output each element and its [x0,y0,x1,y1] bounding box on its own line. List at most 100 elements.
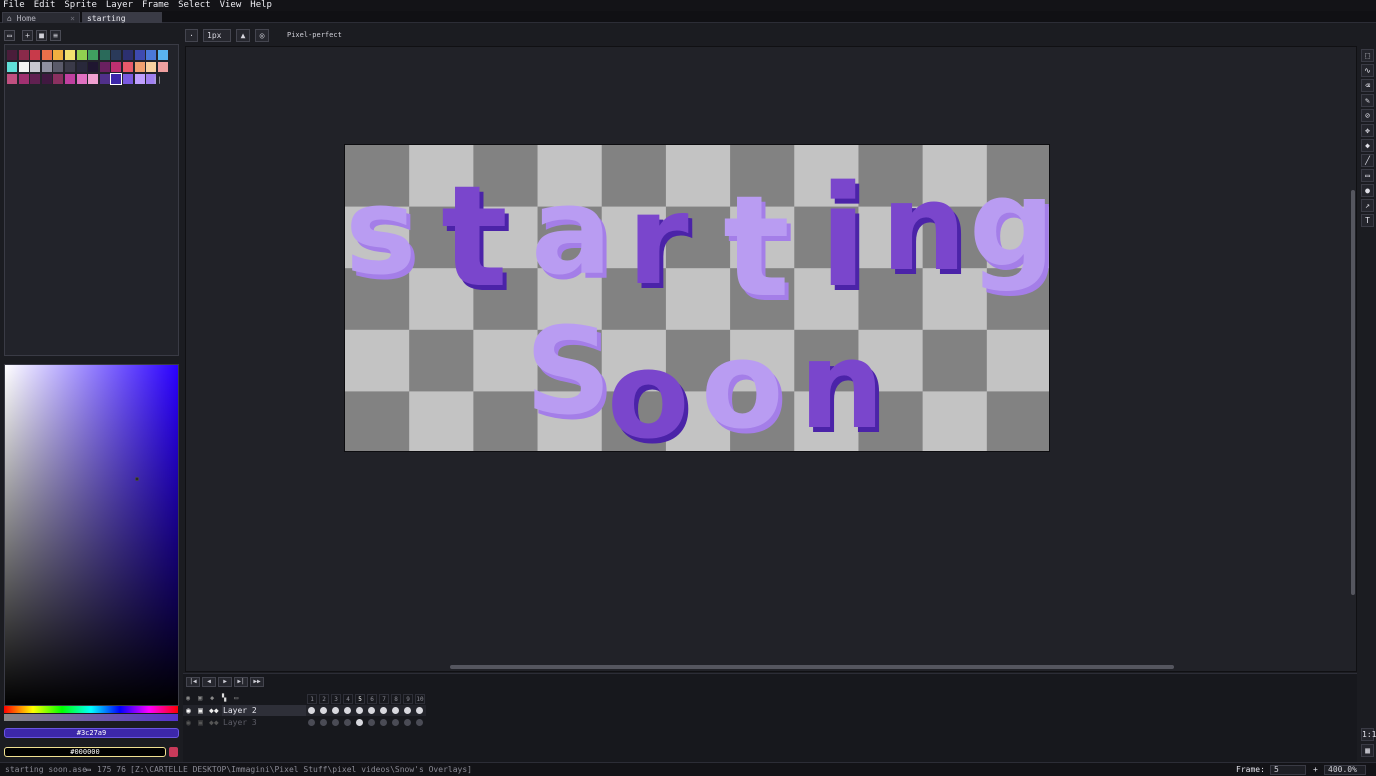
layer-name[interactable]: Layer 2 [222,705,306,716]
palette-swatch[interactable] [41,62,52,72]
menu-file[interactable]: File [3,0,25,11]
palette-swatch[interactable] [123,74,133,84]
palette-swatch[interactable] [65,50,75,60]
sprite-canvas[interactable]: ssttaarrttiinnggSSoooonn [344,144,1050,452]
cel-dot[interactable] [320,707,327,714]
layer-row-3[interactable]: ◉ ▣ ◆◆ Layer 3 [183,717,426,728]
text-icon[interactable]: T [1361,214,1374,227]
tab-document[interactable]: starting soon.a ● [82,12,162,34]
cel-dot[interactable] [404,707,411,714]
palette-swatch[interactable] [99,50,110,60]
lock-icon[interactable]: ▣ [198,718,203,727]
palette-swatch[interactable] [53,50,64,60]
palette-swatch[interactable] [18,50,29,60]
palette-swatch[interactable] [146,50,157,60]
frame-number[interactable]: 8 [391,694,401,704]
menu-frame[interactable]: Frame [142,0,169,11]
lock-header-icon[interactable]: ▣ [198,694,202,702]
palette-swatch[interactable] [88,62,99,72]
cel-dot[interactable] [320,719,327,726]
cel-dot[interactable] [332,707,339,714]
menu-edit[interactable]: Edit [34,0,56,11]
eraser-icon[interactable]: ⌫ [1361,79,1374,92]
cel-dot[interactable] [344,719,351,726]
menu-help[interactable]: Help [250,0,272,11]
palette-swatch[interactable] [99,62,110,72]
palette-swatch[interactable] [76,74,87,84]
move-icon[interactable]: ✥ [1361,124,1374,137]
palette-swatch[interactable] [65,74,75,84]
palette-sort-button[interactable]: ■ [36,30,47,41]
palette-swatch[interactable] [7,50,17,60]
frame-number[interactable]: 5 [355,694,365,704]
eyedropper-icon[interactable]: ⊘ [1361,109,1374,122]
tab-home[interactable]: ⌂ Home × [2,12,80,23]
onion-skin-icon[interactable]: ▚ [222,694,226,702]
first-frame-icon[interactable]: |◀ [186,677,200,687]
zoom-field[interactable]: 400.0% [1324,765,1366,775]
palette-swatch[interactable] [18,62,29,72]
lock-icon[interactable]: ▣ [198,706,203,715]
palette-swatch[interactable] [53,74,64,84]
palette-swatch[interactable] [7,74,17,84]
cel-dot[interactable] [404,719,411,726]
eye-hidden-icon[interactable]: ◉ [186,718,191,727]
cel-dot[interactable] [368,707,375,714]
alpha-slider[interactable] [4,714,178,721]
cel-dot[interactable] [392,719,399,726]
ink-icon[interactable]: ◎ [255,29,269,42]
layer-row-2[interactable]: ◉ ▣ ◆◆ Layer 2 [183,705,426,716]
palette-swatch[interactable] [123,62,133,72]
horizontal-scrollbar[interactable] [450,665,1174,669]
menu-layer[interactable]: Layer [106,0,133,11]
line-icon[interactable]: ╱ [1361,154,1374,167]
warning-icon[interactable] [169,747,178,757]
timeline-toggle-icon[interactable]: ▦ [1361,744,1374,757]
close-icon[interactable]: × [70,13,75,24]
cel-dot[interactable] [308,707,315,714]
add-color-button[interactable]: + [22,30,33,41]
hue-slider[interactable] [4,706,178,713]
menu-view[interactable]: View [220,0,242,11]
cel-dot[interactable] [380,719,387,726]
palette-swatch[interactable] [30,62,41,72]
last-frame-icon[interactable]: ▶▶ [250,677,264,687]
cel-dot[interactable] [356,707,363,714]
canvas-area[interactable]: ssttaarrttiinnggSSoooonn [185,46,1357,672]
brush-angle-icon[interactable]: ▲ [236,29,250,42]
background-color-field[interactable]: #000000 [4,747,166,757]
continuous-icon[interactable]: ◆◆ [209,706,219,715]
cel-dot[interactable] [416,719,423,726]
preview-icon[interactable]: 1:1 [1361,728,1376,741]
palette-swatch[interactable] [134,50,145,60]
palette-grip-icon[interactable]: || [153,76,161,84]
cel-dot[interactable] [392,707,399,714]
eye-icon[interactable]: ◉ [186,706,191,715]
palette-swatch[interactable] [88,50,99,60]
palette-swatch[interactable] [41,50,52,60]
palette-menu-button[interactable]: ≡ [50,30,61,41]
palette-swatch[interactable] [30,74,41,84]
visibility-header-icon[interactable]: ◉ [186,694,190,702]
foreground-color-field[interactable]: #3c27a9 [4,728,179,738]
next-frame-icon[interactable]: ▶| [234,677,248,687]
palette-swatch[interactable] [146,62,157,72]
blur-icon[interactable]: ● [1361,184,1374,197]
vertical-scrollbar[interactable] [1351,190,1355,595]
cel-dot[interactable] [368,719,375,726]
cel-dot[interactable] [332,719,339,726]
palette-swatch[interactable] [65,62,75,72]
smudge-icon[interactable]: ↗ [1361,199,1374,212]
frame-number[interactable]: 9 [403,694,413,704]
frame-number[interactable]: 7 [379,694,389,704]
palette-swatch[interactable] [88,74,99,84]
cel-dot[interactable] [308,719,315,726]
cel-dot[interactable] [416,707,423,714]
marquee-icon[interactable]: ⬚ [1361,49,1374,62]
palette-swatch[interactable] [76,50,87,60]
cel-dot[interactable] [380,707,387,714]
frame-number[interactable]: 10 [415,694,425,704]
color-picker-sv[interactable] [4,364,179,706]
palette-swatch[interactable] [110,73,123,85]
frame-number[interactable]: 6 [367,694,377,704]
